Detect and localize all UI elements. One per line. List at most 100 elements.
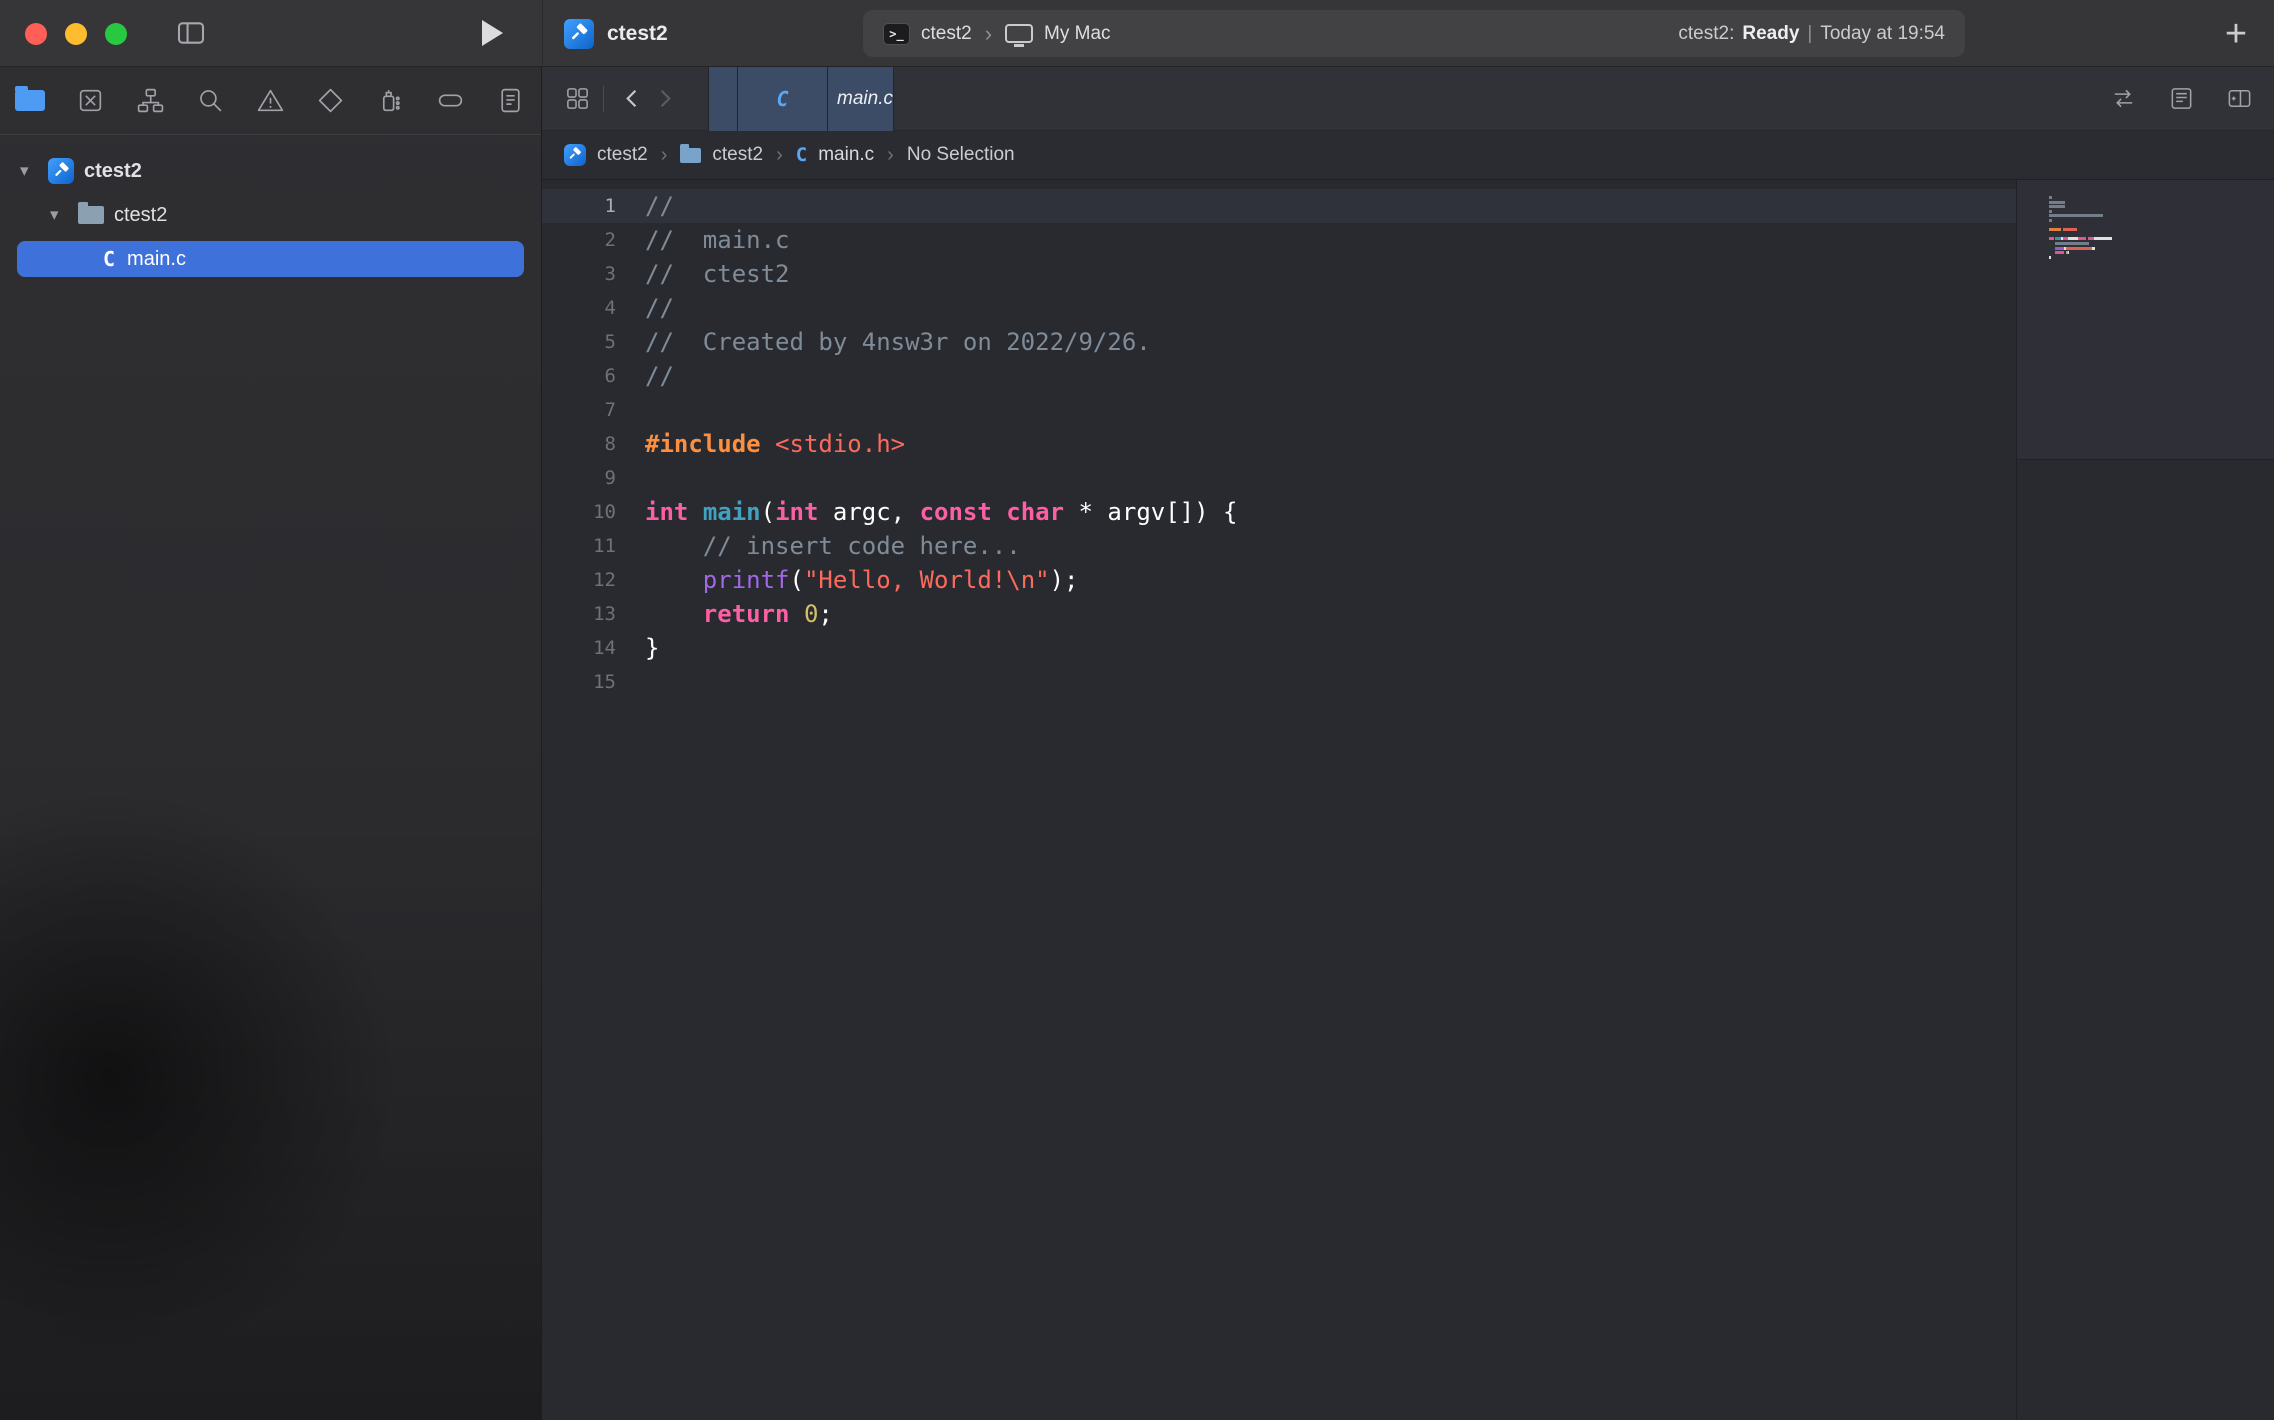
breadcrumb-item-project[interactable]: ctest2 bbox=[597, 144, 648, 166]
window-controls bbox=[25, 0, 127, 67]
diamond-icon bbox=[316, 86, 345, 115]
breadcrumb-item-group[interactable]: ctest2 bbox=[712, 144, 763, 166]
status-separator: | bbox=[1807, 23, 1812, 45]
tree-item-label: ctest2 bbox=[84, 160, 142, 183]
minimap-line bbox=[2049, 260, 2274, 263]
editor-area: C main.c ctest2 c bbox=[542, 67, 2274, 1420]
source-control-navigator-tab[interactable] bbox=[60, 67, 120, 135]
run-button[interactable] bbox=[475, 17, 509, 49]
minimap-line bbox=[2049, 210, 2274, 213]
code-line[interactable]: 12 printf("Hello, World!\n"); bbox=[542, 563, 2016, 597]
line-number: 1 bbox=[542, 195, 616, 217]
capsule-icon bbox=[436, 86, 465, 115]
test-navigator-tab[interactable] bbox=[300, 67, 360, 135]
chevron-right-icon bbox=[885, 144, 896, 167]
line-number: 13 bbox=[542, 603, 616, 625]
code-line[interactable]: 9 bbox=[542, 461, 2016, 495]
code-line[interactable]: 11 // insert code here... bbox=[542, 529, 2016, 563]
tab-main-c[interactable]: C main.c bbox=[708, 67, 894, 131]
line-number: 14 bbox=[542, 637, 616, 659]
toolbar: ctest2 ctest2 My Mac ctest2: Ready | Tod… bbox=[0, 0, 2274, 67]
c-file-icon: C bbox=[737, 67, 828, 131]
destination-computer-icon bbox=[1005, 24, 1033, 43]
xcode-window: ctest2 ctest2 My Mac ctest2: Ready | Tod… bbox=[0, 0, 2274, 1420]
code-line[interactable]: 3// ctest2 bbox=[542, 257, 2016, 291]
symbol-navigator-tab[interactable] bbox=[120, 67, 180, 135]
chevron-right-icon bbox=[774, 144, 785, 167]
forward-button[interactable] bbox=[648, 83, 680, 115]
minimap-lines bbox=[2049, 196, 2274, 263]
tree-item-project[interactable]: ctest2 bbox=[0, 149, 541, 193]
swap-arrows-icon bbox=[2110, 85, 2137, 112]
debug-navigator-tab[interactable] bbox=[360, 67, 420, 135]
code-line[interactable]: 4// bbox=[542, 291, 2016, 325]
search-icon bbox=[196, 86, 225, 115]
minimize-button[interactable] bbox=[65, 23, 87, 45]
toolbar-project-area: ctest2 ctest2 My Mac ctest2: Ready | Tod… bbox=[542, 0, 2274, 67]
scheme-terminal-icon bbox=[883, 23, 910, 45]
code-line[interactable]: 7 bbox=[542, 393, 2016, 427]
tree-item-main-c[interactable]: C main.c bbox=[17, 241, 524, 277]
minimap-line bbox=[2049, 233, 2274, 236]
code-text: // Created by 4nsw3r on 2022/9/26. bbox=[616, 325, 1151, 359]
xcode-project-icon bbox=[48, 158, 74, 184]
status-state: Ready bbox=[1742, 23, 1799, 45]
minimap[interactable] bbox=[2016, 180, 2274, 1420]
play-icon bbox=[482, 20, 503, 46]
code-line[interactable]: 8#include <stdio.h> bbox=[542, 427, 2016, 461]
minimap-line bbox=[2049, 219, 2274, 222]
code-text: int main(int argc, const char * argv[]) … bbox=[616, 495, 1237, 529]
close-button[interactable] bbox=[25, 23, 47, 45]
breadcrumb-item-file[interactable]: main.c bbox=[818, 144, 874, 166]
minimap-line bbox=[2049, 196, 2274, 199]
code-line[interactable]: 15 bbox=[542, 665, 2016, 699]
status-time: Today at 19:54 bbox=[1820, 23, 1945, 45]
issue-navigator-tab[interactable] bbox=[240, 67, 300, 135]
zoom-button[interactable] bbox=[105, 23, 127, 45]
activity-viewer[interactable]: ctest2 My Mac ctest2: Ready | Today at 1… bbox=[863, 10, 1965, 57]
code-line[interactable]: 13 return 0; bbox=[542, 597, 2016, 631]
related-items-button[interactable] bbox=[564, 85, 591, 112]
breadcrumb: ctest2 ctest2 C main.c No Selection bbox=[542, 131, 2274, 180]
add-editor-button[interactable] bbox=[2224, 83, 2254, 115]
source-editor[interactable]: 1//2// main.c3// ctest24//5// Created by… bbox=[542, 180, 2016, 1420]
code-line[interactable]: 2// main.c bbox=[542, 223, 2016, 257]
sidebar-toggle-button[interactable] bbox=[174, 17, 208, 49]
tree-item-label: ctest2 bbox=[114, 204, 167, 227]
chevron-down-icon[interactable] bbox=[50, 205, 68, 225]
tab-label: main.c bbox=[837, 88, 893, 110]
code-line[interactable]: 10int main(int argc, const char * argv[]… bbox=[542, 495, 2016, 529]
back-button[interactable] bbox=[616, 83, 648, 115]
code-line[interactable]: 6// bbox=[542, 359, 2016, 393]
scheme-destination[interactable]: My Mac bbox=[1044, 23, 1111, 45]
code-line[interactable]: 14} bbox=[542, 631, 2016, 665]
minimap-line bbox=[2049, 205, 2274, 208]
code-text: // bbox=[616, 291, 674, 325]
scheme-target[interactable]: ctest2 bbox=[921, 23, 972, 45]
line-number: 10 bbox=[542, 501, 616, 523]
document-lines-icon bbox=[2168, 85, 2195, 112]
line-number: 5 bbox=[542, 331, 616, 353]
report-navigator-tab[interactable] bbox=[480, 67, 540, 135]
code-line[interactable]: 5// Created by 4nsw3r on 2022/9/26. bbox=[542, 325, 2016, 359]
code-line[interactable]: 1// bbox=[542, 189, 2016, 223]
code-text: // bbox=[616, 359, 674, 393]
minimap-line bbox=[2049, 251, 2274, 254]
chevron-right-icon bbox=[983, 23, 994, 45]
add-button[interactable] bbox=[2216, 14, 2256, 54]
code-text: #include <stdio.h> bbox=[616, 427, 905, 461]
file-tree: ctest2 ctest2 C main.c bbox=[0, 135, 541, 277]
find-navigator-tab[interactable] bbox=[180, 67, 240, 135]
minimap-line bbox=[2049, 256, 2274, 259]
chevron-left-icon bbox=[619, 85, 646, 112]
tree-item-group[interactable]: ctest2 bbox=[0, 193, 541, 237]
chevron-down-icon[interactable] bbox=[20, 161, 38, 181]
editor-options-button[interactable] bbox=[2166, 83, 2196, 115]
breadcrumb-item-selection[interactable]: No Selection bbox=[907, 144, 1015, 166]
code-area: 1//2// main.c3// ctest24//5// Created by… bbox=[542, 189, 2016, 699]
project-navigator-tab[interactable] bbox=[0, 67, 60, 135]
breakpoint-navigator-tab[interactable] bbox=[420, 67, 480, 135]
status-project: ctest2: bbox=[1678, 23, 1734, 45]
line-number: 4 bbox=[542, 297, 616, 319]
code-review-button[interactable] bbox=[2108, 83, 2138, 115]
